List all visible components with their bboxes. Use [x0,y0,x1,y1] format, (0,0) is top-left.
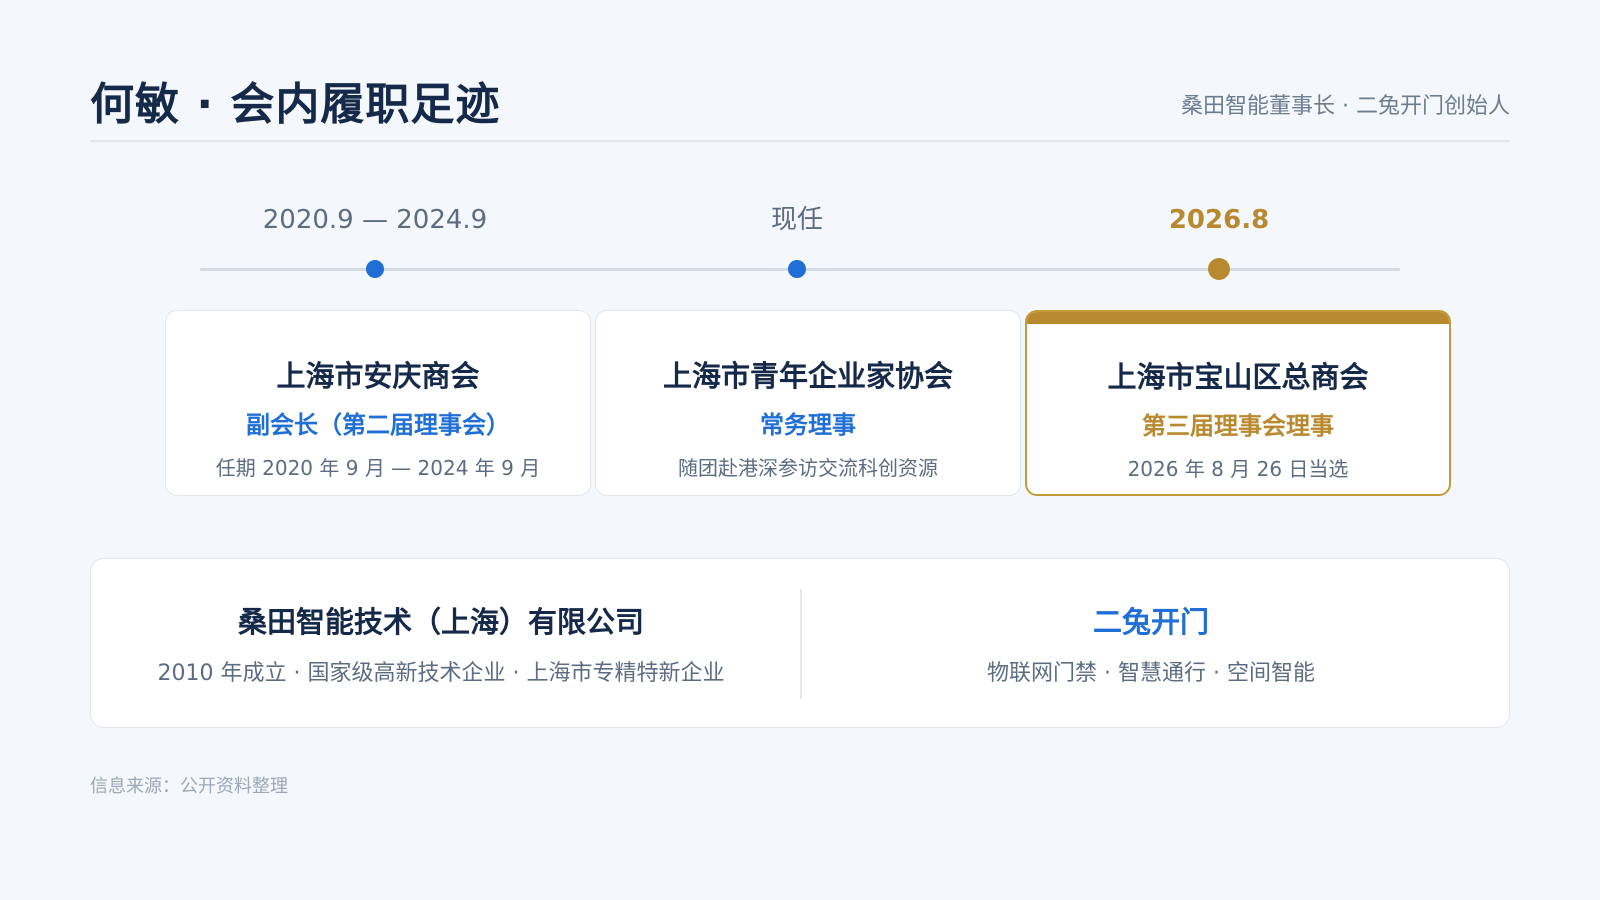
company-panel: 桑田智能技术（上海）有限公司 2010 年成立 · 国家级高新技术企业 · 上海… [90,558,1510,728]
company-name: 二兔开门 [1092,605,1209,639]
timeline-dot [366,260,384,278]
org-note: 随团赴港深参访交流科创资源 [678,456,938,480]
org-role: 副会长（第二届理事会） [246,411,510,439]
timeline-dot [788,260,806,278]
profile-page: 何敏 · 会内履职足迹 桑田智能董事长 · 二兔开门创始人 2020.9 — 2… [90,0,1510,900]
org-note: 任期 2020 年 9 月 — 2024 年 9 月 [215,456,541,480]
page-title: 何敏 · 会内履职足迹 [90,79,501,130]
timeline-point-1: 2020.9 — 2024.9 [225,200,525,278]
timeline-dot-highlight [1208,258,1230,280]
timeline-date: 2020.9 — 2024.9 [262,205,488,235]
company-description: 2010 年成立 · 国家级高新技术企业 · 上海市专精特新企业 [157,661,725,686]
company-ertu: 二兔开门 物联网门禁 · 智慧通行 · 空间智能 [801,559,1501,729]
page-subtitle: 桑田智能董事长 · 二兔开门创始人 [1181,94,1510,119]
company-sangtian: 桑田智能技术（上海）有限公司 2010 年成立 · 国家级高新技术企业 · 上海… [91,559,791,729]
organization-cards: 上海市安庆商会 副会长（第二届理事会） 任期 2020 年 9 月 — 2024… [165,310,1455,500]
org-card-anqing-chamber: 上海市安庆商会 副会长（第二届理事会） 任期 2020 年 9 月 — 2024… [165,310,591,496]
org-name: 上海市宝山区总商会 [1107,360,1369,394]
org-name: 上海市青年企业家协会 [662,359,953,393]
org-name: 上海市安庆商会 [276,359,480,393]
timeline-point-2: 现任 [647,200,947,278]
timeline-point-3: 2026.8 [1069,200,1369,280]
org-card-baoshan-chamber: 上海市宝山区总商会 第三届理事会理事 2026 年 8 月 26 日当选 [1025,310,1451,496]
org-note: 2026 年 8 月 26 日当选 [1127,457,1349,481]
org-card-youth-entrepreneurs: 上海市青年企业家协会 常务理事 随团赴港深参访交流科创资源 [595,310,1021,496]
org-role: 第三届理事会理事 [1142,412,1334,440]
role-timeline: 2020.9 — 2024.9 现任 2026.8 [90,200,1510,300]
timeline-date-highlight: 2026.8 [1168,205,1270,235]
org-role: 常务理事 [760,411,856,439]
company-description: 物联网门禁 · 智慧通行 · 空间智能 [987,661,1315,686]
timeline-date: 现任 [770,205,823,235]
company-name: 桑田智能技术（上海）有限公司 [237,605,644,639]
card-accent-bar [1027,312,1449,324]
page-header: 何敏 · 会内履职足迹 桑田智能董事长 · 二兔开门创始人 [90,60,1510,142]
source-note: 信息来源：公开资料整理 [90,776,288,797]
